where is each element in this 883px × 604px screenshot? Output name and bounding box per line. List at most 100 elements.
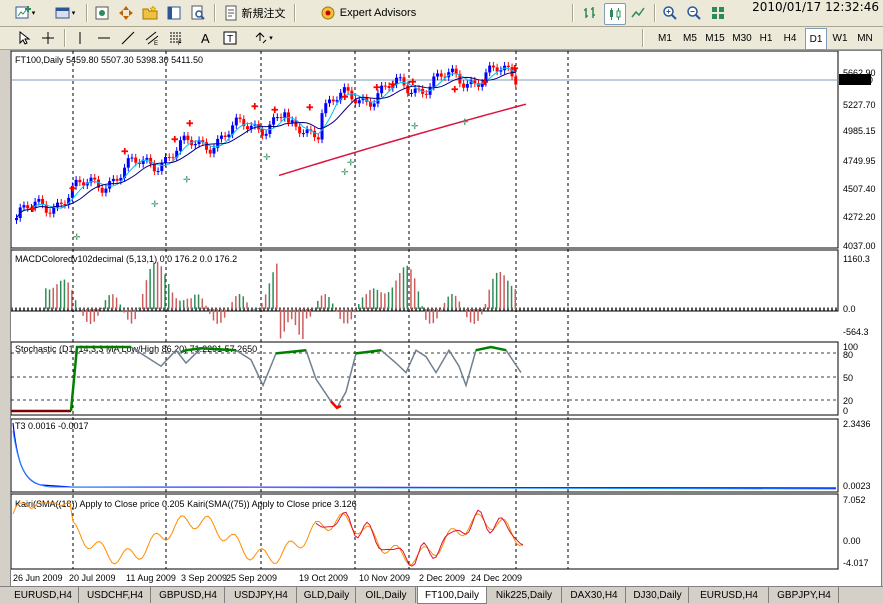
candle-body <box>305 129 309 134</box>
chart-tab[interactable]: OIL,Daily <box>357 587 416 603</box>
toolbar-separator <box>572 4 574 22</box>
navigator-button[interactable] <box>116 3 136 23</box>
new-order-button[interactable]: 新規注文 <box>220 3 288 23</box>
candle-body <box>432 76 436 87</box>
candle-body <box>260 129 264 136</box>
stochastic-tick-label: 80 <box>843 350 853 360</box>
chart-tab[interactable]: Nik225,Daily <box>487 587 562 603</box>
candle-body <box>380 85 384 94</box>
chart-tab[interactable]: GBPUSD,H4 <box>152 587 225 603</box>
timeframe-m1-button[interactable]: M1 <box>654 28 676 48</box>
vertical-line-button[interactable] <box>70 28 90 48</box>
candle-body <box>298 126 302 134</box>
fractal-down-marker: ✛ <box>461 117 469 127</box>
candle-body <box>357 100 361 104</box>
fractal-up-marker: ✚ <box>409 77 417 87</box>
candle-body <box>182 135 186 141</box>
timeframe-mn-button[interactable]: MN <box>854 28 876 48</box>
chart-tab[interactable]: EURUSD,H4 <box>8 587 79 603</box>
chart-tabs: EURUSD,H4 USDCHF,H4 GBPUSD,H4 USDJPY,H4 GLD,… <box>0 586 883 604</box>
trendline-button[interactable] <box>118 28 138 48</box>
candle-body <box>454 68 458 74</box>
zoom-in-button[interactable] <box>660 3 680 23</box>
candle-body <box>167 156 171 158</box>
profiles-icon <box>55 7 70 19</box>
kairi-tick-label: 0.00 <box>843 536 861 546</box>
main-toolbar: ▾ ▾ 新規注文 Expert Advisors 2010/01/17 12:3… <box>0 0 883 27</box>
chart-tab[interactable]: USDCHF,H4 <box>80 587 151 603</box>
chart-tab[interactable]: GBPJPY,H4 <box>770 587 839 603</box>
fractal-down-marker: ✛ <box>73 232 81 242</box>
chart-tab[interactable]: GLD,Daily <box>298 587 356 603</box>
candle-body <box>212 147 216 154</box>
chart-tab[interactable]: DAX30,H4 <box>563 587 626 603</box>
favorites-button[interactable] <box>140 3 160 23</box>
svg-text:A: A <box>201 31 210 46</box>
chart-canvas[interactable]: 5662.905227.704985.154749.954507.404272.… <box>11 51 881 586</box>
candle-body <box>152 163 156 172</box>
price-tick-label: 4749.95 <box>843 156 876 166</box>
fractal-up-marker: ✚ <box>451 85 459 95</box>
candle-body <box>283 112 287 118</box>
stochastic-tick-label: 50 <box>843 373 853 383</box>
fractal-up-marker: ✚ <box>511 63 519 73</box>
expert-advisors-button[interactable]: Expert Advisors <box>314 3 422 23</box>
text-button[interactable]: A <box>196 28 216 48</box>
candlestick-chart-button[interactable] <box>604 3 626 25</box>
new-chart-button[interactable]: ▾ <box>10 3 40 23</box>
fractal-up-marker: ✚ <box>481 77 489 87</box>
timeframe-m15-button[interactable]: M15 <box>702 28 728 48</box>
candle-body <box>48 212 52 214</box>
candle-body <box>238 117 242 120</box>
chart-panel <box>11 51 839 249</box>
drawing-toolbar: E F A T ▾ M1 M5 M15 M30 H1 H4 D1 W1 MN <box>0 27 883 50</box>
timeframe-m5-button[interactable]: M5 <box>680 28 700 48</box>
toolbar-separator <box>86 4 88 22</box>
arrows-button[interactable]: ▾ <box>248 28 278 48</box>
timeframe-d1-button[interactable]: D1 <box>805 28 827 50</box>
date-axis-label: 24 Dec 2009 <box>471 573 522 583</box>
timeframe-w1-button[interactable]: W1 <box>830 28 850 48</box>
text-label-button[interactable]: T <box>220 28 240 48</box>
horizontal-line-button[interactable] <box>94 28 114 48</box>
equidistant-channel-button[interactable]: E <box>142 28 162 48</box>
candle-body <box>63 203 67 205</box>
fibonacci-icon: F <box>170 32 182 46</box>
crosshair-button[interactable] <box>38 28 58 48</box>
stochastic-tick-label: 20 <box>843 396 853 406</box>
timeframe-h1-button[interactable]: H1 <box>756 28 776 48</box>
kairi-tick-label: -4.017 <box>843 558 869 568</box>
terminal-button[interactable] <box>164 3 184 23</box>
chart-window[interactable]: 5662.90 5227.70 4985.15 4749.95 4507.40 4272.… <box>10 50 882 587</box>
stochastic-tick-label: 0 <box>843 406 848 416</box>
strategy-tester-button[interactable] <box>188 3 208 23</box>
current-price-label: 5411.50 <box>841 75 873 85</box>
market-watch-button[interactable] <box>92 3 112 23</box>
cursor-button[interactable] <box>14 28 34 48</box>
candle-body <box>350 90 354 100</box>
zoom-out-button[interactable] <box>684 3 704 23</box>
tile-windows-button[interactable] <box>708 3 728 23</box>
toolbar-separator <box>64 29 66 47</box>
horizontal-line-icon <box>98 37 110 39</box>
chart-tab[interactable]: EURUSD,H4 <box>690 587 769 603</box>
profiles-button[interactable]: ▾ <box>50 3 80 23</box>
candle-body <box>327 99 331 104</box>
candle-body <box>41 198 45 205</box>
candle-body <box>320 113 324 140</box>
price-tick-label: 4272.20 <box>843 212 876 222</box>
candle-body <box>514 76 518 85</box>
timeframe-h4-button[interactable]: H4 <box>780 28 800 48</box>
line-chart-button[interactable] <box>628 3 648 23</box>
candle-body <box>160 163 164 172</box>
window-icon <box>167 6 181 20</box>
chart-tab[interactable]: DJ30,Daily <box>627 587 689 603</box>
candle-body <box>402 77 406 86</box>
fibonacci-button[interactable]: F <box>166 28 186 48</box>
bar-chart-button[interactable] <box>580 3 600 23</box>
chart-tab[interactable]: FT100,Daily <box>417 587 487 604</box>
candle-body <box>156 171 160 173</box>
toolbar-separator <box>294 4 296 22</box>
chart-tab[interactable]: USDJPY,H4 <box>226 587 297 603</box>
timeframe-m30-button[interactable]: M30 <box>730 28 754 48</box>
